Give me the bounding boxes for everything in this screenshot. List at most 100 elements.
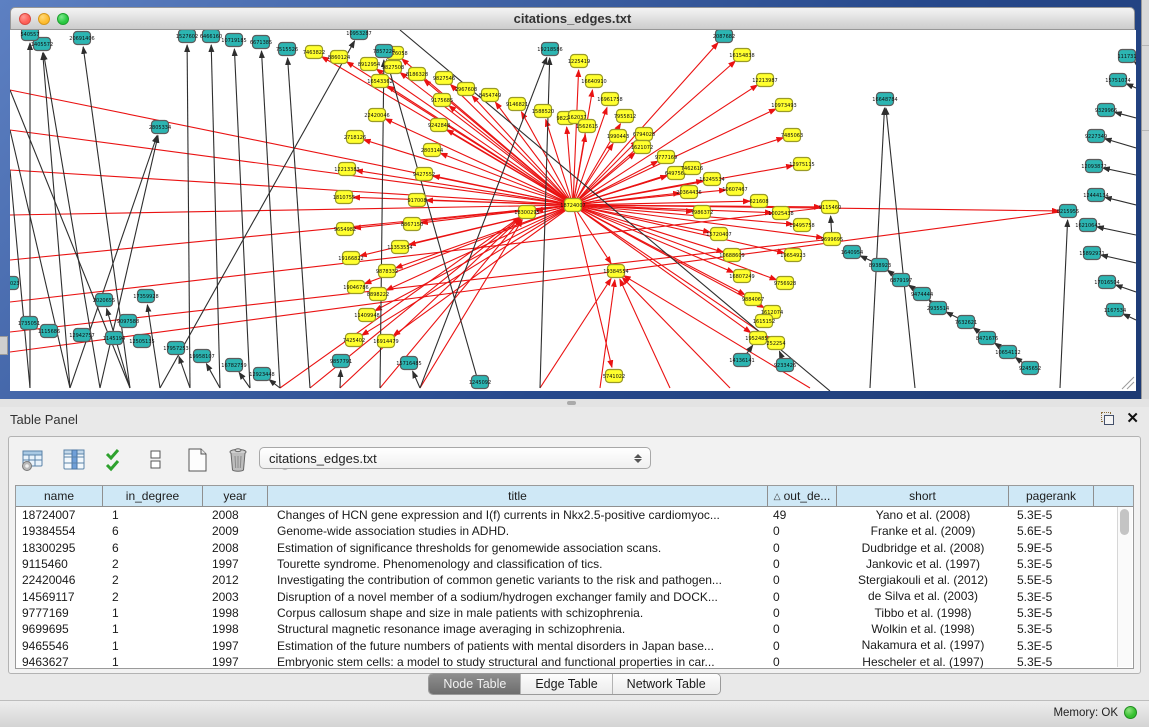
network-node[interactable]: [1080, 219, 1097, 232]
network-node[interactable]: [794, 158, 811, 171]
table-row[interactable]: 946554611997Estimation of the future num…: [16, 637, 1133, 653]
network-node[interactable]: [608, 265, 625, 278]
network-node[interactable]: [586, 75, 603, 88]
network-node[interactable]: [41, 325, 58, 338]
network-node[interactable]: [74, 329, 91, 342]
network-node[interactable]: [168, 342, 185, 355]
network-node[interactable]: [1000, 346, 1017, 359]
network-node[interactable]: [776, 99, 793, 112]
network-node[interactable]: [958, 316, 975, 329]
network-node[interactable]: [658, 151, 675, 164]
network-node[interactable]: [1060, 205, 1077, 218]
network-node[interactable]: [401, 357, 418, 370]
network-node[interactable]: [1086, 160, 1103, 173]
network-node[interactable]: [392, 241, 409, 254]
column-header-short[interactable]: short: [837, 486, 1009, 506]
network-node[interactable]: [617, 110, 634, 123]
network-node[interactable]: [369, 109, 386, 122]
network-node[interactable]: [351, 30, 368, 40]
network-node[interactable]: [203, 30, 220, 43]
column-header-out-de-[interactable]: △out_de...: [768, 486, 837, 506]
network-node[interactable]: [21, 317, 38, 330]
table-row[interactable]: 946362711997Embryonic stem cells: a mode…: [16, 654, 1133, 669]
network-node[interactable]: [336, 191, 353, 204]
network-node[interactable]: [571, 55, 588, 68]
network-node[interactable]: [542, 43, 559, 56]
network-node[interactable]: [1088, 130, 1105, 143]
network-node[interactable]: [331, 51, 348, 64]
network-node[interactable]: [434, 94, 451, 107]
network-node[interactable]: [734, 270, 751, 283]
network-node[interactable]: [509, 98, 526, 111]
network-node[interactable]: [96, 294, 113, 307]
row-height-button[interactable]: [142, 446, 170, 474]
network-node[interactable]: [785, 249, 802, 262]
table-row[interactable]: 911546021997Tourette syndrome. Phenomeno…: [16, 556, 1133, 572]
network-node[interactable]: [10, 277, 19, 290]
network-node[interactable]: [668, 167, 685, 180]
network-node[interactable]: [359, 309, 376, 322]
network-node[interactable]: [784, 129, 801, 142]
network-node[interactable]: [472, 376, 489, 389]
network-node[interactable]: [824, 233, 841, 246]
network-node[interactable]: [347, 131, 364, 144]
network-node[interactable]: [279, 43, 296, 56]
network-window-titlebar[interactable]: citations_edges.txt: [10, 7, 1135, 30]
network-node[interactable]: [138, 290, 155, 303]
network-node[interactable]: [1107, 304, 1124, 317]
network-node[interactable]: [436, 72, 453, 85]
network-node[interactable]: [194, 350, 211, 363]
network-node[interactable]: [711, 228, 728, 241]
network-node[interactable]: [226, 34, 243, 47]
network-node[interactable]: [226, 359, 243, 372]
network-node[interactable]: [424, 144, 441, 157]
network-node[interactable]: [348, 281, 365, 294]
network-node[interactable]: [734, 49, 751, 62]
network-node[interactable]: [431, 119, 448, 132]
network-node[interactable]: [757, 74, 774, 87]
table-selector-dropdown[interactable]: citations_edges.txt: [259, 447, 651, 469]
table-row[interactable]: 977716911998Corpus callosum shape and si…: [16, 605, 1133, 621]
network-node[interactable]: [346, 334, 363, 347]
network-node[interactable]: [634, 141, 651, 154]
network-node[interactable]: [872, 259, 889, 272]
network-node[interactable]: [914, 288, 931, 301]
network-node[interactable]: [877, 93, 894, 106]
network-node[interactable]: [724, 249, 741, 262]
network-node[interactable]: [844, 246, 861, 259]
network-node[interactable]: [1098, 104, 1115, 117]
network-node[interactable]: [1088, 189, 1105, 202]
column-header-name[interactable]: name: [16, 486, 103, 506]
network-node[interactable]: [565, 199, 582, 212]
network-node[interactable]: [777, 359, 794, 372]
network-node[interactable]: [333, 355, 350, 368]
network-node[interactable]: [409, 68, 426, 81]
close-icon[interactable]: ✕: [1126, 411, 1139, 426]
network-node[interactable]: [602, 93, 619, 106]
column-header-title[interactable]: title: [268, 486, 768, 506]
resize-grip-icon[interactable]: [1122, 377, 1134, 389]
network-canvas[interactable]: 1872400718300295193845547463822886012489…: [10, 30, 1136, 391]
table-row[interactable]: 1938455462009Genome-wide association stu…: [16, 523, 1133, 539]
network-node[interactable]: [704, 173, 721, 186]
select-all-checkboxes-button[interactable]: [101, 446, 129, 474]
network-node[interactable]: [716, 30, 733, 43]
network-node[interactable]: [794, 219, 811, 232]
network-node[interactable]: [120, 315, 137, 328]
network-node[interactable]: [519, 206, 536, 219]
network-node[interactable]: [1084, 247, 1101, 260]
column-header-pagerank[interactable]: pagerank: [1009, 486, 1094, 506]
tab-edge-table[interactable]: Edge Table: [521, 674, 612, 694]
network-node[interactable]: [337, 223, 354, 236]
network-node[interactable]: [458, 83, 475, 96]
network-node[interactable]: [579, 120, 596, 133]
table-settings-button[interactable]: [19, 446, 47, 474]
collapsed-panel-handle[interactable]: [0, 336, 8, 355]
network-node[interactable]: [684, 162, 701, 175]
network-node[interactable]: [134, 335, 151, 348]
network-node[interactable]: [893, 274, 910, 287]
network-node[interactable]: [361, 58, 378, 71]
network-node[interactable]: [636, 128, 653, 141]
table-row[interactable]: 969969511998Structural magnetic resonanc…: [16, 621, 1133, 637]
table-row[interactable]: 1872400712008Changes of HCN gene express…: [16, 507, 1133, 523]
